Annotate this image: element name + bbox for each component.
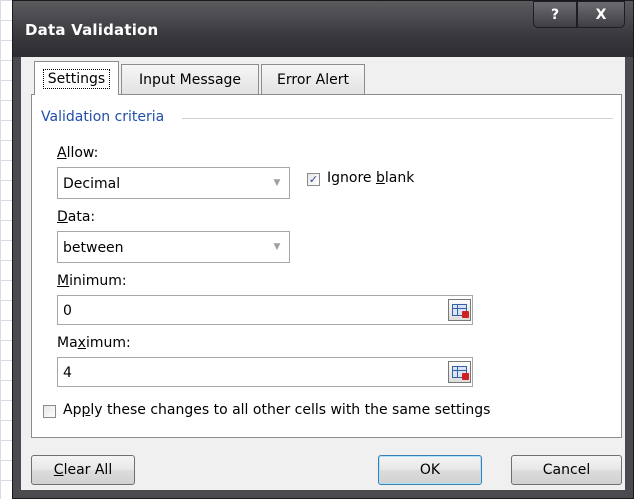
tab-error-alert-label: Error Alert (277, 71, 349, 88)
apply-to-all-checkbox[interactable] (43, 405, 56, 418)
ok-button[interactable]: OK (378, 455, 482, 485)
maximum-input[interactable]: 4 (57, 357, 473, 387)
apply-to-all-label[interactable]: Apply these changes to all other cells w… (63, 402, 490, 418)
range-select-icon (452, 304, 469, 318)
help-button[interactable]: ? (533, 1, 577, 28)
data-dropdown[interactable]: between ▼ (57, 231, 290, 263)
minimum-input[interactable]: 0 (57, 295, 473, 325)
cancel-button[interactable]: Cancel (511, 455, 622, 485)
chevron-down-icon: ▼ (273, 178, 281, 188)
tab-settings-label: Settings (42, 68, 111, 89)
data-value: between (63, 240, 124, 256)
range-select-button[interactable] (448, 361, 471, 383)
data-label: Data: (57, 209, 96, 225)
data-validation-dialog: Data Validation ? X Settings Input Messa… (12, 0, 634, 499)
tab-error-alert[interactable]: Error Alert (261, 64, 365, 94)
maximum-label: Maximum: (57, 335, 131, 351)
validation-criteria-heading: Validation criteria (41, 109, 173, 125)
maximum-value: 4 (63, 365, 72, 381)
allow-dropdown[interactable]: Decimal ▼ (57, 167, 290, 199)
checkmark-icon: ✓ (308, 173, 319, 186)
clear-all-button[interactable]: Clear All (31, 455, 135, 485)
ignore-blank-label[interactable]: Ignore blank (327, 170, 414, 186)
tab-input-message-label: Input Message (138, 71, 242, 88)
minimum-value: 0 (63, 303, 72, 319)
minimum-label: Minimum: (57, 273, 127, 289)
settings-panel: Validation criteria Allow: Decimal ▼ ✓ I… (31, 94, 622, 438)
tab-settings[interactable]: Settings (34, 61, 119, 95)
dialog-body: Settings Input Message Error Alert Valid… (21, 57, 625, 490)
allow-label: Allow: (57, 145, 99, 161)
ignore-blank-checkbox[interactable]: ✓ (307, 173, 320, 186)
group-divider (182, 118, 613, 119)
clear-all-label: Clear All (53, 462, 113, 478)
range-select-icon (452, 366, 469, 380)
dialog-title: Data Validation (25, 21, 159, 39)
close-button[interactable]: X (577, 1, 625, 28)
chevron-down-icon: ▼ (273, 242, 281, 252)
tab-input-message[interactable]: Input Message (121, 64, 259, 94)
range-select-button[interactable] (448, 299, 471, 321)
allow-value: Decimal (63, 176, 121, 192)
caption-buttons: ? X (533, 1, 625, 29)
title-bar[interactable]: Data Validation ? X (13, 1, 633, 57)
